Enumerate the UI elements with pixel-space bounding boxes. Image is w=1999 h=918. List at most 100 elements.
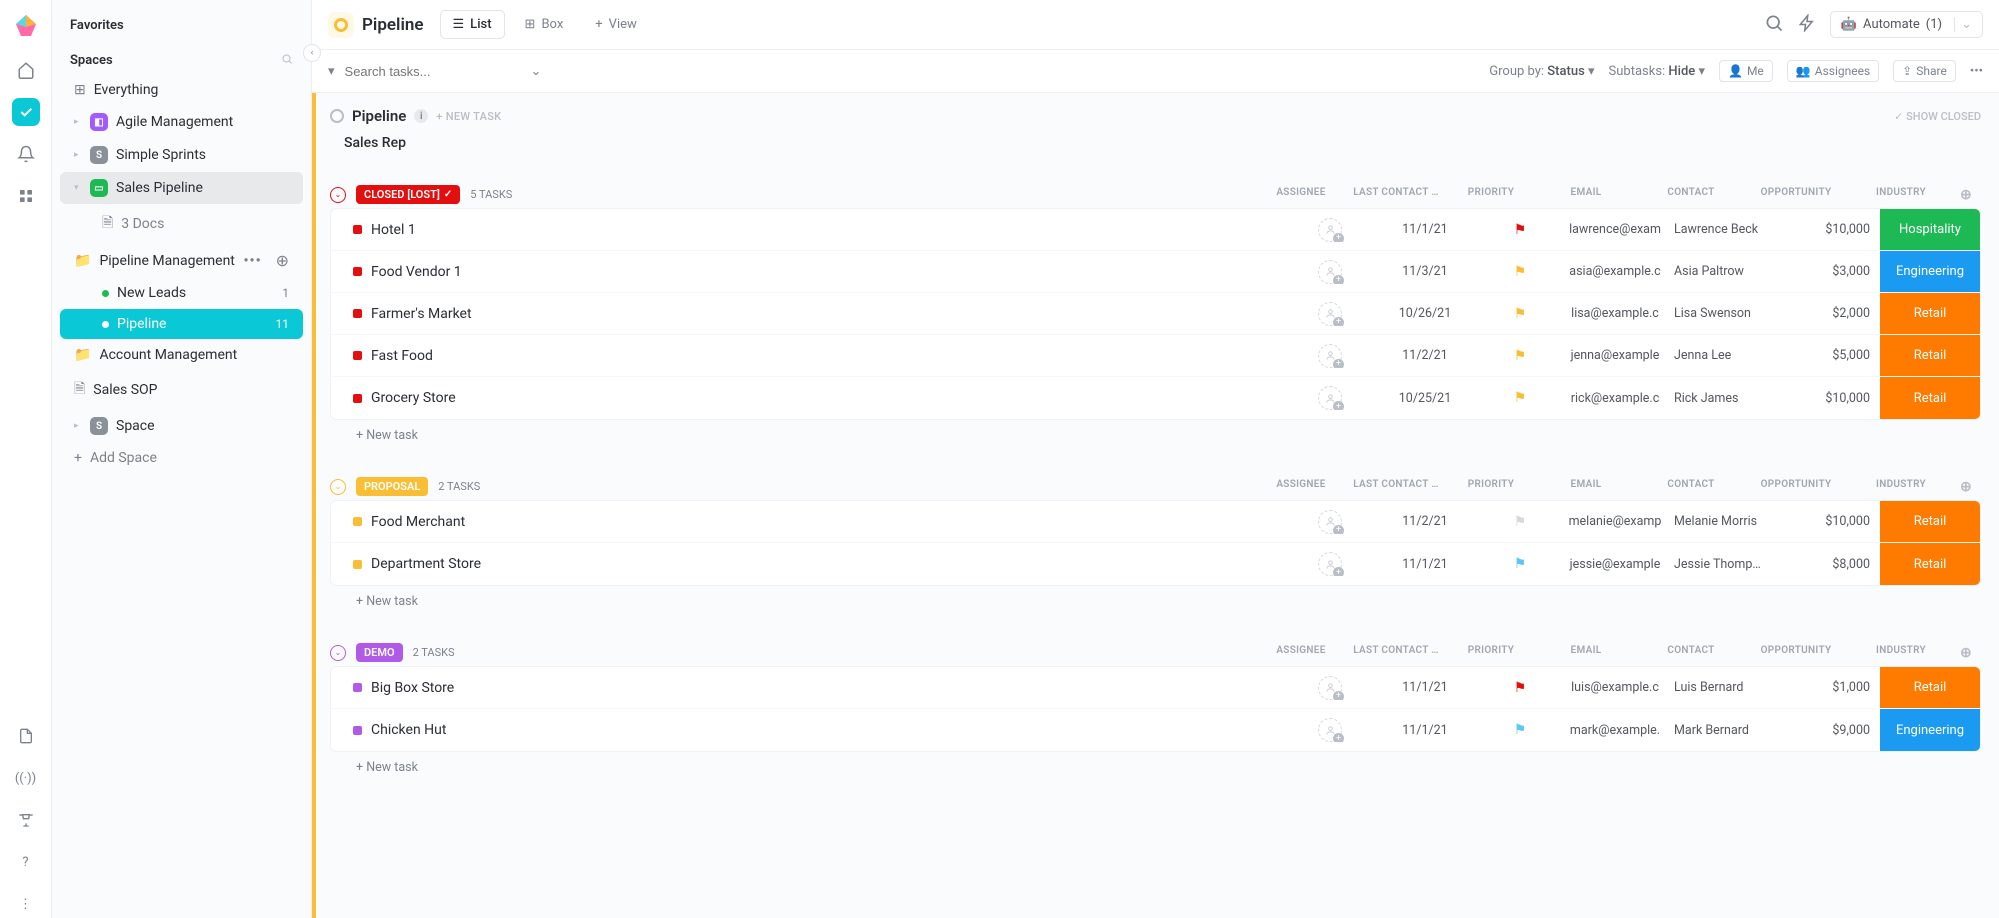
sidebar-item-agile[interactable]: ▸ ◧ Agile Management: [60, 106, 303, 138]
sidebar-item-new-leads[interactable]: New Leads 1: [60, 278, 303, 308]
cell-contact[interactable]: Jessie Thompson: [1670, 557, 1770, 572]
status-square-icon[interactable]: [353, 225, 362, 234]
new-task-button[interactable]: + NEW TASK: [436, 110, 501, 123]
sidebar-item-everything[interactable]: ⊞ Everything: [60, 75, 303, 105]
industry-tag[interactable]: Retail: [1880, 501, 1980, 542]
sidebar-item-sales-pipeline[interactable]: ▾ ▭ Sales Pipeline: [60, 172, 303, 204]
more-icon[interactable]: •••: [1970, 64, 1983, 79]
tab-add-view[interactable]: +View: [583, 11, 649, 38]
notifications-icon[interactable]: [12, 140, 40, 168]
col-last-contact[interactable]: LAST CONTACT …: [1341, 479, 1451, 495]
sidebar-item-pipeline-management[interactable]: 📁 Pipeline Management ••• ⊕: [60, 244, 303, 277]
cell-date[interactable]: 11/3/21: [1370, 264, 1480, 279]
cell-date[interactable]: 11/1/21: [1370, 222, 1480, 237]
cell-date[interactable]: 11/1/21: [1370, 557, 1480, 572]
sidebar-item-space[interactable]: ▸ S Space: [60, 410, 303, 442]
col-last-contact[interactable]: LAST CONTACT …: [1341, 187, 1451, 203]
add-icon[interactable]: ⊕: [276, 251, 289, 270]
status-chip[interactable]: DEMO: [356, 643, 403, 662]
show-closed-button[interactable]: ✓ SHOW CLOSED: [1894, 110, 1981, 123]
new-task-row-button[interactable]: + New task: [330, 586, 1981, 609]
apps-icon[interactable]: [12, 182, 40, 210]
collapse-sidebar-button[interactable]: ‹: [303, 44, 321, 62]
task-name[interactable]: Department Store: [371, 556, 1290, 572]
cell-email[interactable]: asia@example.c: [1560, 264, 1670, 279]
cell-date[interactable]: 10/26/21: [1370, 306, 1480, 321]
col-last-contact[interactable]: LAST CONTACT …: [1341, 645, 1451, 661]
status-square-icon[interactable]: [353, 683, 362, 692]
industry-tag[interactable]: Retail: [1880, 335, 1980, 376]
flag-icon[interactable]: ⚑: [1480, 514, 1560, 530]
cell-email[interactable]: lisa@example.c: [1560, 306, 1670, 321]
add-column-button[interactable]: ⊕: [1951, 187, 1981, 203]
col-email[interactable]: EMAIL: [1531, 645, 1641, 661]
cell-assignee[interactable]: [1290, 676, 1370, 700]
task-row[interactable]: Department Store 11/1/21⚑jessie@exampleJe…: [331, 543, 1980, 585]
favorites-heading[interactable]: Favorites: [52, 12, 311, 39]
tab-box[interactable]: ⊞Box: [513, 11, 576, 38]
flag-icon[interactable]: ⚑: [1480, 348, 1560, 364]
cell-opportunity[interactable]: $5,000: [1770, 348, 1880, 363]
cell-date[interactable]: 11/1/21: [1370, 723, 1480, 738]
cell-assignee[interactable]: [1290, 552, 1370, 576]
cell-assignee[interactable]: [1290, 218, 1370, 242]
industry-tag[interactable]: Retail: [1880, 293, 1980, 334]
col-email[interactable]: EMAIL: [1531, 187, 1641, 203]
col-industry[interactable]: INDUSTRY: [1851, 479, 1951, 495]
app-logo[interactable]: [11, 12, 41, 42]
share-button[interactable]: ⇪Share: [1893, 60, 1956, 82]
me-button[interactable]: 👤Me: [1719, 60, 1773, 82]
add-space-button[interactable]: + Add Space: [60, 443, 303, 473]
col-contact[interactable]: CONTACT: [1641, 479, 1741, 495]
industry-tag[interactable]: Hospitality: [1880, 209, 1980, 250]
col-priority[interactable]: PRIORITY: [1451, 479, 1531, 495]
search-input[interactable]: [345, 64, 521, 79]
cell-date[interactable]: 11/1/21: [1370, 680, 1480, 695]
subtasks-control[interactable]: Subtasks: Hide ▾: [1609, 64, 1705, 79]
col-assignee[interactable]: ASSIGNEE: [1261, 479, 1341, 495]
cell-opportunity[interactable]: $9,000: [1770, 723, 1880, 738]
task-row[interactable]: Food Vendor 111/3/21⚑asia@example.cAsia …: [331, 251, 1980, 293]
search-icon[interactable]: [1764, 13, 1784, 37]
task-name[interactable]: Hotel 1: [371, 222, 1290, 238]
flag-icon[interactable]: ⚑: [1480, 556, 1560, 572]
task-row[interactable]: Big Box Store11/1/21⚑luis@example.cLuis …: [331, 667, 1980, 709]
status-square-icon[interactable]: [353, 394, 362, 403]
cell-contact[interactable]: Asia Paltrow: [1670, 264, 1770, 279]
flag-icon[interactable]: ⚑: [1480, 680, 1560, 696]
cell-email[interactable]: jessie@example: [1560, 557, 1670, 572]
col-assignee[interactable]: ASSIGNEE: [1261, 187, 1341, 203]
task-row[interactable]: Grocery Store10/25/21⚑rick@example.cRick…: [331, 377, 1980, 419]
task-name[interactable]: Fast Food: [371, 348, 1290, 364]
flag-icon[interactable]: ⚑: [1480, 390, 1560, 406]
collapse-group-icon[interactable]: ⌄: [330, 187, 346, 203]
info-icon[interactable]: i: [414, 109, 428, 123]
col-opportunity[interactable]: OPPORTUNITY: [1741, 187, 1851, 203]
cell-opportunity[interactable]: $1,000: [1770, 680, 1880, 695]
tasks-icon[interactable]: [12, 98, 40, 126]
new-task-row-button[interactable]: + New task: [330, 420, 1981, 443]
task-name[interactable]: Big Box Store: [371, 680, 1290, 696]
cell-assignee[interactable]: [1290, 302, 1370, 326]
industry-tag[interactable]: Retail: [1880, 543, 1980, 585]
automate-button[interactable]: 🤖 Automate (1) ⌄: [1830, 11, 1983, 38]
cell-opportunity[interactable]: $10,000: [1770, 391, 1880, 406]
status-square-icon[interactable]: [353, 309, 362, 318]
status-square-icon[interactable]: [353, 351, 362, 360]
status-square-icon[interactable]: [353, 517, 362, 526]
tab-list[interactable]: ☰List: [440, 10, 505, 39]
status-square-icon[interactable]: [353, 726, 362, 735]
col-contact[interactable]: CONTACT: [1641, 187, 1741, 203]
spaces-heading[interactable]: Spaces: [70, 53, 113, 68]
sidebar-item-pipeline[interactable]: Pipeline 11: [60, 309, 303, 339]
collapse-group-icon[interactable]: ⌄: [330, 479, 346, 495]
task-name[interactable]: Grocery Store: [371, 390, 1290, 406]
bolt-icon[interactable]: [1798, 14, 1816, 36]
cell-email[interactable]: rick@example.c: [1560, 391, 1670, 406]
sidebar-item-docs[interactable]: 🗎 3 Docs: [60, 205, 303, 243]
col-industry[interactable]: INDUSTRY: [1851, 645, 1951, 661]
goals-icon[interactable]: [12, 806, 40, 834]
task-row[interactable]: Hotel 111/1/21⚑lawrence@examLawrence Bec…: [331, 209, 1980, 251]
status-chip[interactable]: CLOSED [LOST] ✓: [356, 185, 460, 204]
cell-email[interactable]: mark@example.: [1560, 723, 1670, 738]
